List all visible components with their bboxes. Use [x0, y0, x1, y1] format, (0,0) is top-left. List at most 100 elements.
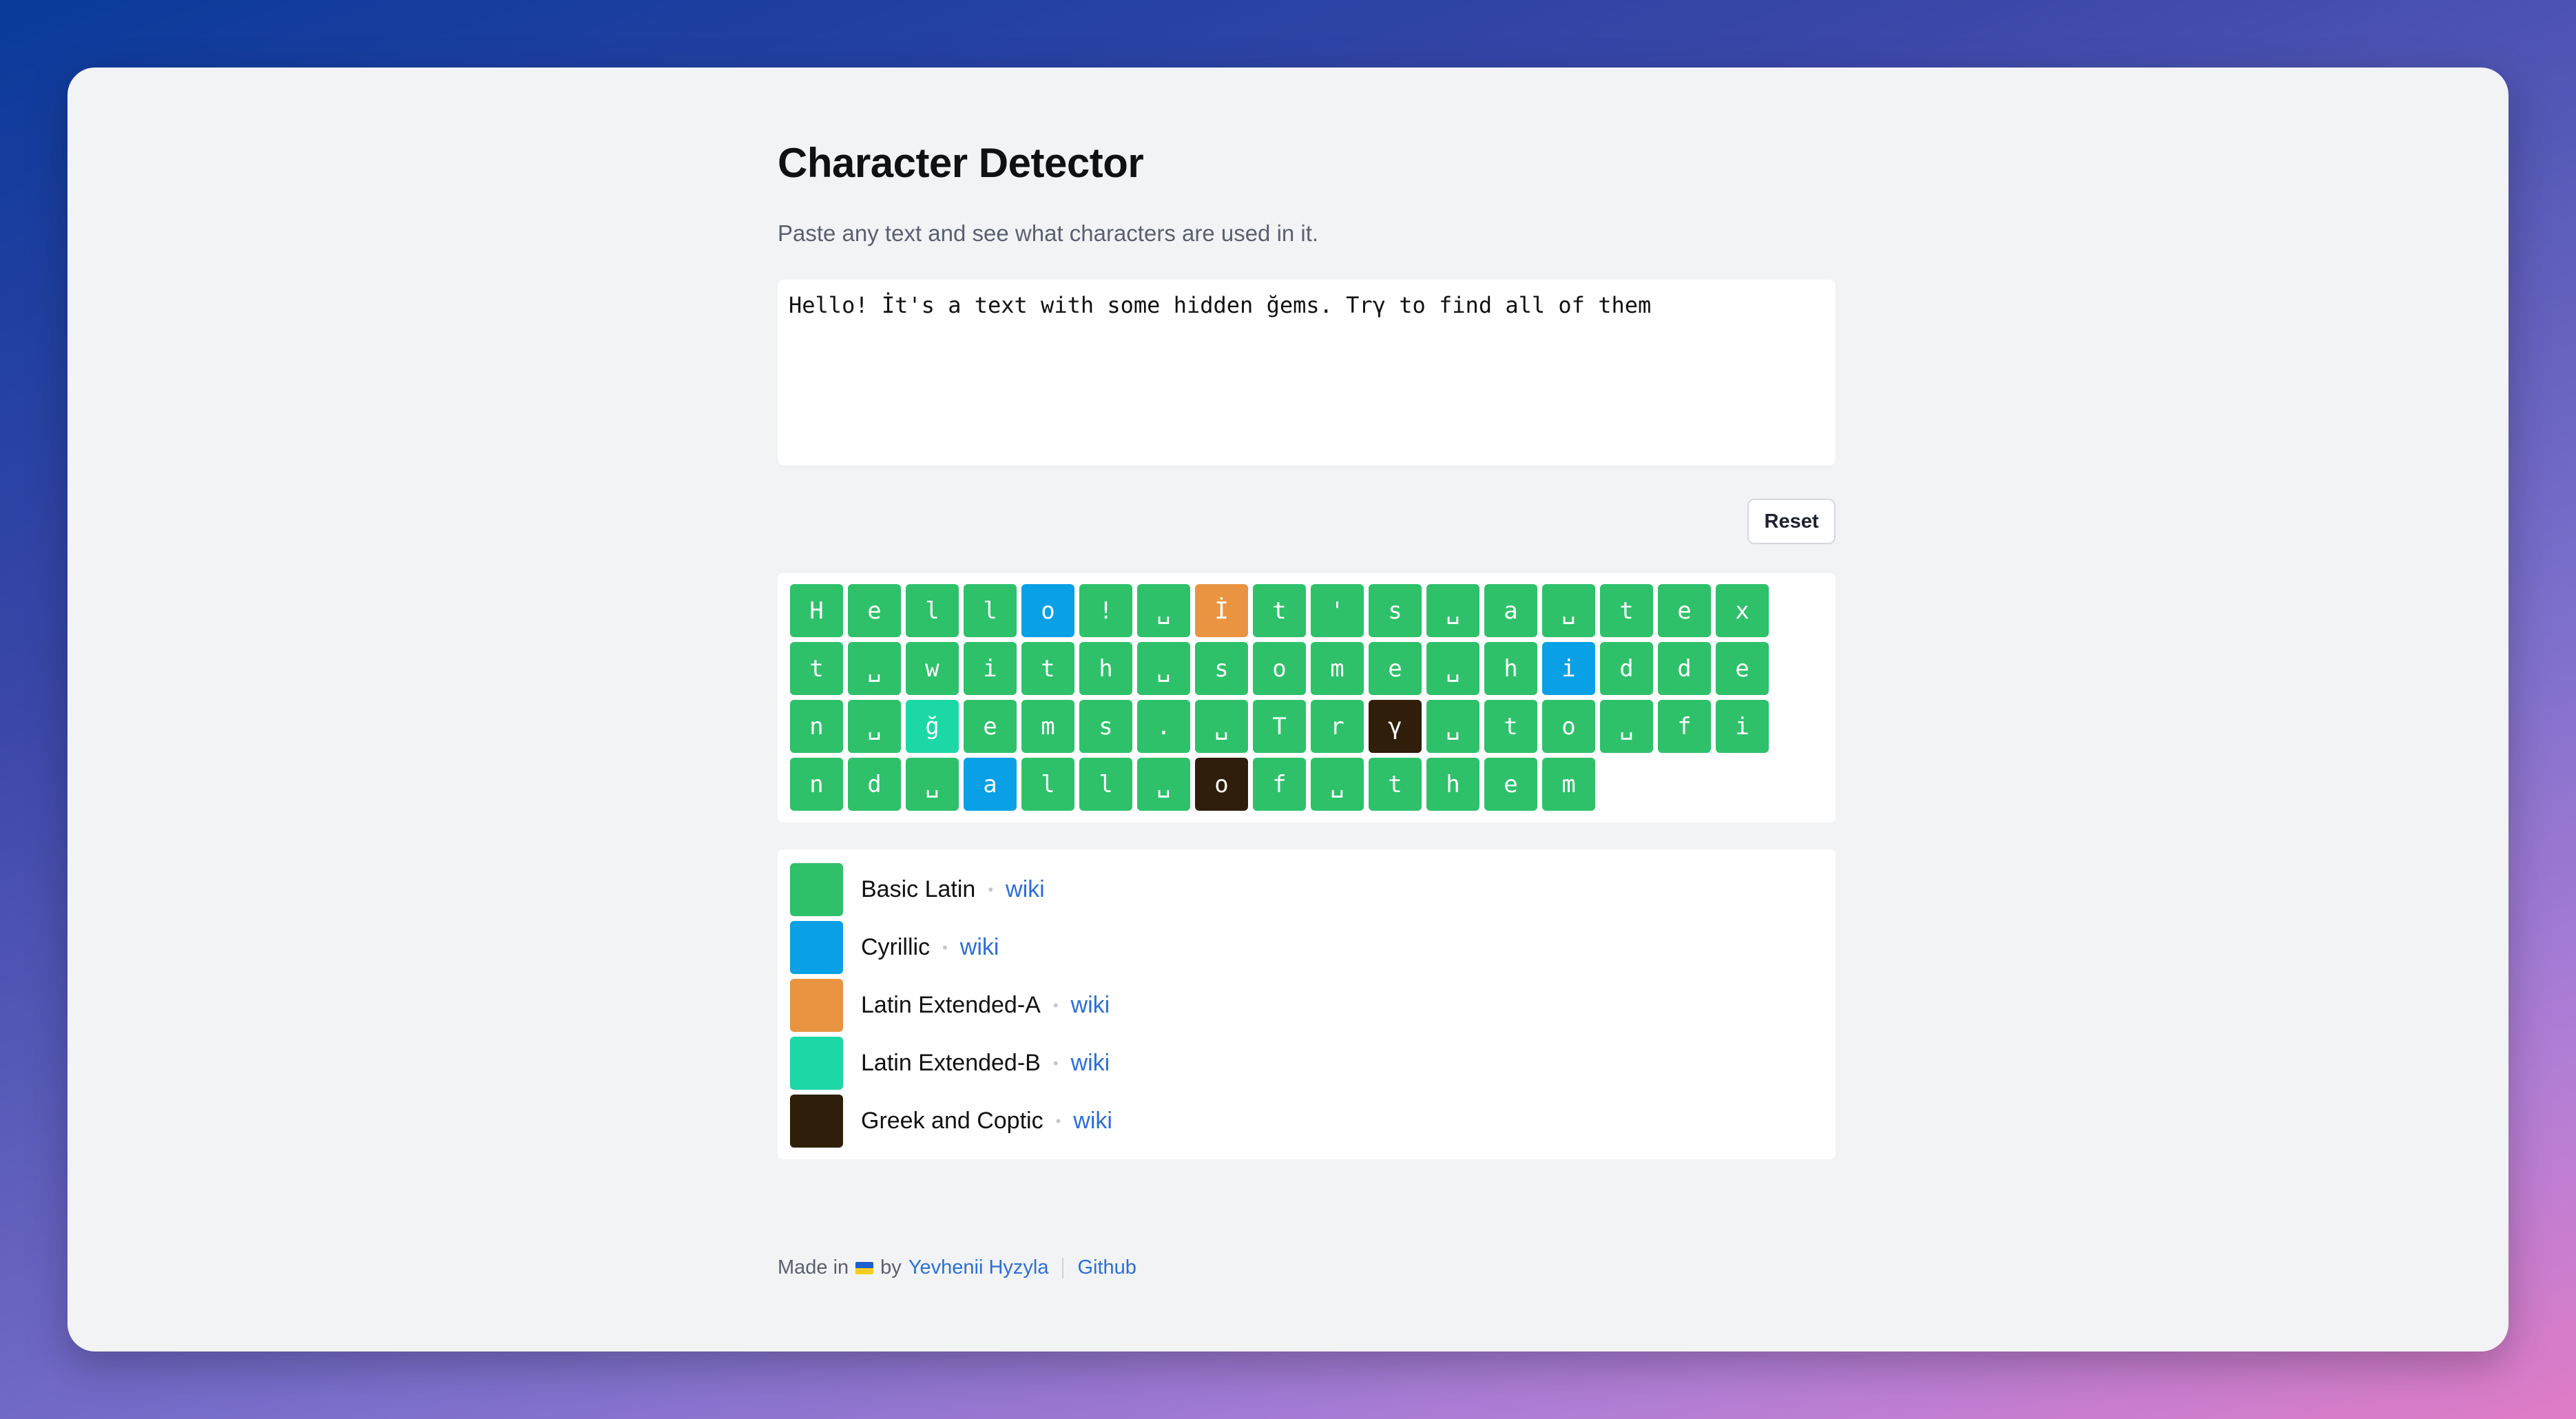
author-link[interactable]: Yevhenii Hyzyla — [908, 1256, 1049, 1279]
character-cell[interactable]: ! — [1079, 584, 1132, 637]
character-cell[interactable]: t — [1021, 642, 1074, 695]
character-cell[interactable]: . — [1137, 700, 1190, 753]
character-cell[interactable]: e — [1716, 642, 1769, 695]
character-cell[interactable]: m — [1311, 642, 1364, 695]
character-cell[interactable]: ğ — [906, 700, 959, 753]
legend-swatch — [790, 921, 843, 974]
legend-swatch — [790, 1037, 843, 1090]
app-card: Character Detector Paste any text and se… — [67, 68, 2509, 1351]
character-cell[interactable]: l — [964, 584, 1017, 637]
character-cell[interactable]: e — [964, 700, 1017, 753]
character-cell[interactable]: ␣ — [906, 758, 959, 811]
made-in-text: Made in — [778, 1256, 849, 1278]
character-cell[interactable]: l — [1079, 758, 1132, 811]
github-link[interactable]: Github — [1077, 1256, 1136, 1279]
character-cell[interactable]: i — [1542, 642, 1595, 695]
character-cell[interactable]: o — [1195, 758, 1248, 811]
legend-label: Latin Extended-A — [861, 992, 1041, 1018]
character-cell[interactable]: ␣ — [1137, 584, 1190, 637]
separator-dot-icon: • — [988, 880, 994, 898]
legend-label: Cyrillic — [861, 934, 931, 960]
character-cell[interactable]: s — [1195, 642, 1248, 695]
wiki-link[interactable]: wiki — [1071, 992, 1110, 1019]
character-cell[interactable]: m — [1021, 700, 1074, 753]
wiki-link[interactable]: wiki — [1073, 1108, 1112, 1135]
legend-list: Basic Latin • wiki Cyrillic • wiki Latin Exten… — [790, 863, 1112, 1152]
character-cell[interactable]: e — [848, 584, 901, 637]
character-cell[interactable]: ␣ — [1426, 584, 1479, 637]
character-cell[interactable]: h — [1079, 642, 1132, 695]
by-text: by — [880, 1256, 902, 1278]
character-cell[interactable]: o — [1253, 642, 1306, 695]
legend-panel: Basic Latin • wiki Cyrillic • wiki Latin Exten… — [778, 849, 1836, 1159]
legend-item: Latin Extended-A • wiki — [790, 979, 1112, 1032]
character-cell[interactable]: x — [1716, 584, 1769, 637]
character-cell[interactable]: H — [790, 584, 843, 637]
character-cell[interactable]: i — [1716, 700, 1769, 753]
character-grid: He l l o! ␣ İt ' s ␣ a ␣ t e x t ␣ w i t h ␣ s o m e ␣ h i d d e n ␣ ğ e m s… — [790, 584, 1823, 811]
reset-button[interactable]: Reset — [1747, 499, 1836, 544]
character-cell[interactable]: d — [1600, 642, 1653, 695]
character-cell[interactable]: l — [1021, 758, 1074, 811]
character-cell[interactable]: ␣ — [848, 642, 901, 695]
character-cell[interactable]: t — [1253, 584, 1306, 637]
character-cell[interactable]: γ — [1369, 700, 1422, 753]
character-cell[interactable]: h — [1484, 642, 1537, 695]
character-cell[interactable]: n — [790, 758, 843, 811]
character-cell[interactable]: ␣ — [1600, 700, 1653, 753]
character-cell[interactable]: t — [1369, 758, 1422, 811]
character-cell[interactable]: l — [906, 584, 959, 637]
legend-item: Greek and Coptic • wiki — [790, 1095, 1112, 1148]
character-cell[interactable]: e — [1369, 642, 1422, 695]
legend-swatch — [790, 1095, 843, 1148]
character-cell[interactable]: ␣ — [1426, 700, 1479, 753]
character-cell[interactable]: s — [1369, 584, 1422, 637]
character-cell[interactable]: İ — [1195, 584, 1248, 637]
character-cell[interactable]: m — [1542, 758, 1595, 811]
legend-item: Cyrillic • wiki — [790, 921, 1112, 974]
character-cell[interactable]: e — [1658, 584, 1711, 637]
character-cell[interactable]: ␣ — [1137, 642, 1190, 695]
character-cell[interactable]: ␣ — [1137, 758, 1190, 811]
character-cell[interactable]: t — [1484, 700, 1537, 753]
character-cell[interactable]: t — [790, 642, 843, 695]
character-cell[interactable]: f — [1253, 758, 1306, 811]
page-subtitle: Paste any text and see what characters a… — [778, 220, 1319, 246]
character-cell[interactable]: ␣ — [1426, 642, 1479, 695]
character-cell[interactable]: f — [1658, 700, 1711, 753]
character-cell[interactable]: t — [1600, 584, 1653, 637]
character-cell[interactable]: s — [1079, 700, 1132, 753]
wiki-link[interactable]: wiki — [960, 934, 999, 961]
character-cell[interactable]: o — [1021, 584, 1074, 637]
character-cell[interactable]: a — [1484, 584, 1537, 637]
character-cell[interactable]: i — [964, 642, 1017, 695]
wiki-link[interactable]: wiki — [1006, 876, 1045, 903]
separator-dot-icon: • — [1055, 1112, 1061, 1130]
character-cell[interactable]: w — [906, 642, 959, 695]
legend-swatch — [790, 863, 843, 916]
character-cell[interactable]: ␣ — [1195, 700, 1248, 753]
legend-item: Basic Latin • wiki — [790, 863, 1112, 916]
character-cell[interactable]: ␣ — [1311, 758, 1364, 811]
character-cell[interactable]: T — [1253, 700, 1306, 753]
character-cell[interactable]: d — [848, 758, 901, 811]
separator-dot-icon: • — [1052, 996, 1059, 1014]
footer-divider — [1062, 1257, 1064, 1278]
character-cell[interactable]: ␣ — [848, 700, 901, 753]
footer: Made in by Yevhenii Hyzyla Github — [778, 1256, 1136, 1279]
character-cell[interactable]: ␣ — [1542, 584, 1595, 637]
character-cell[interactable]: e — [1484, 758, 1537, 811]
separator-dot-icon: • — [1052, 1054, 1059, 1072]
character-cell[interactable]: a — [964, 758, 1017, 811]
character-cell[interactable]: d — [1658, 642, 1711, 695]
character-cell[interactable]: r — [1311, 700, 1364, 753]
wiki-link[interactable]: wiki — [1071, 1050, 1110, 1077]
character-cell[interactable]: o — [1542, 700, 1595, 753]
legend-item: Latin Extended-B • wiki — [790, 1037, 1112, 1090]
character-cell[interactable]: n — [790, 700, 843, 753]
legend-swatch — [790, 979, 843, 1032]
character-cell[interactable]: ' — [1311, 584, 1364, 637]
character-cell[interactable]: h — [1426, 758, 1479, 811]
ukraine-flag-icon — [855, 1261, 874, 1274]
text-input[interactable] — [778, 280, 1836, 466]
